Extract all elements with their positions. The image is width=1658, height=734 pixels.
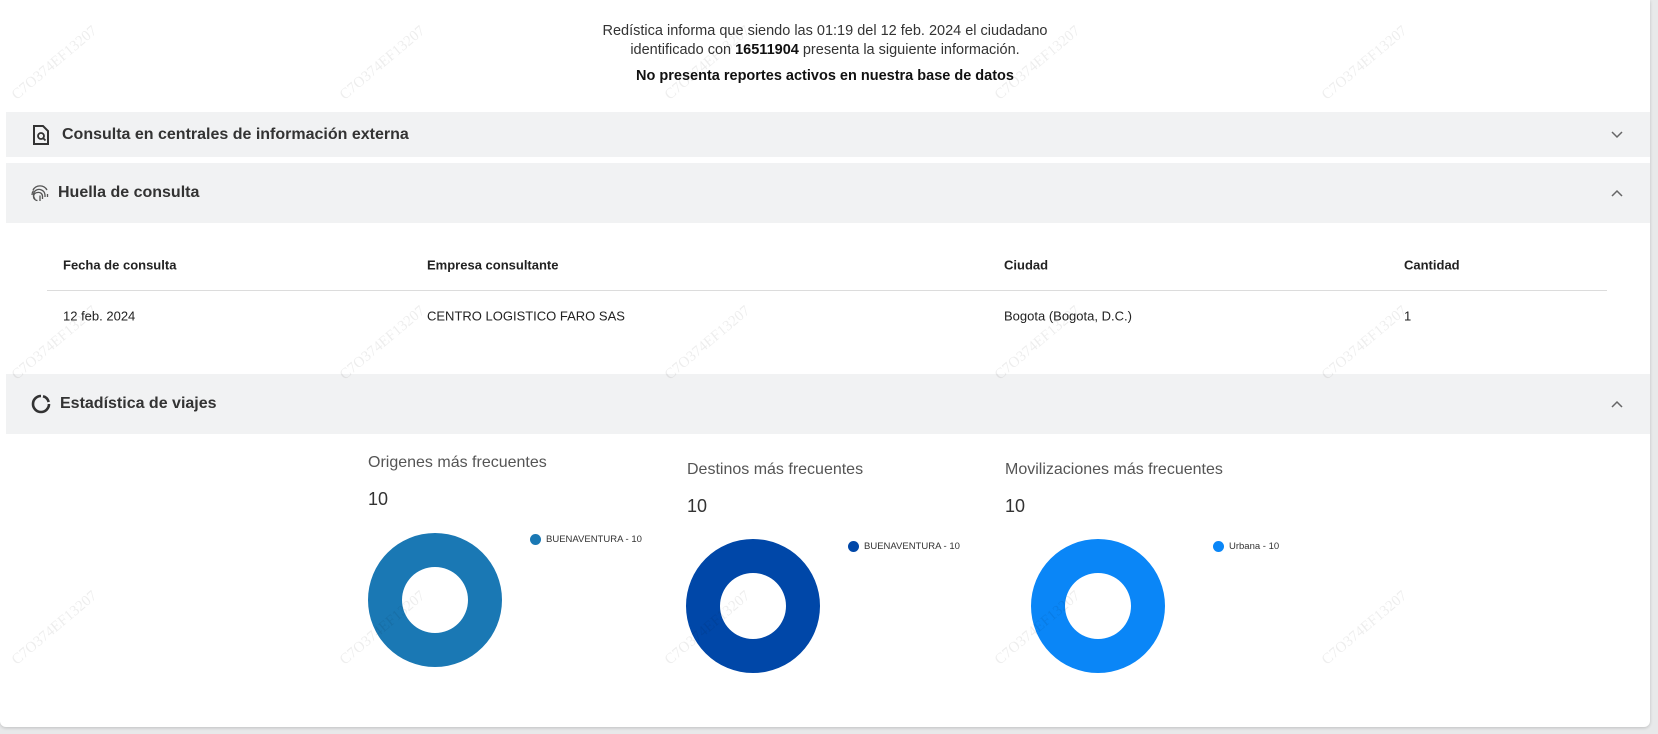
fingerprint-icon [29, 182, 51, 204]
intro-line-1: Redística informa que siendo las 01:19 d… [602, 23, 1048, 39]
watermark: C7O374EF13207 [8, 587, 101, 669]
pie-slice-urbana[interactable] [1031, 538, 1165, 674]
chart-title: Origenes más frecuentes [368, 454, 547, 471]
header-ciudad: Ciudad [1004, 257, 1049, 273]
chart-title: Destinos más frecuentes [687, 461, 864, 478]
chart-destinos: Destinos más frecuentes 10 BUENAVENTURA … [686, 461, 960, 674]
chart-total: 10 [368, 489, 389, 509]
section-huella-header[interactable]: Huella de consulta [6, 163, 1650, 223]
section-externa-title: Consulta en centrales de información ext… [62, 125, 409, 143]
header-cantidad: Cantidad [1404, 257, 1460, 273]
donut-chart-icon [30, 393, 52, 415]
legend-dot [530, 534, 541, 545]
donut-chart [686, 538, 820, 674]
status-message: No presenta reportes activos en nuestra … [636, 68, 1014, 84]
legend-label: BUENAVENTURA - 10 [864, 541, 960, 552]
chart-title: Movilizaciones más frecuentes [1005, 461, 1223, 478]
pie-slice-buenaventura[interactable] [686, 538, 820, 674]
citizen-id: 16511904 [735, 42, 799, 58]
cell-empresa: CENTRO LOGISTICO FARO SAS [427, 308, 625, 324]
header-fecha: Fecha de consulta [63, 257, 177, 273]
chart-legend-item[interactable]: BUENAVENTURA - 10 [848, 541, 960, 552]
section-externa-header[interactable]: Consulta en centrales de información ext… [6, 112, 1650, 157]
cell-ciudad: Bogota (Bogota, D.C.) [1004, 308, 1132, 324]
legend-dot [848, 541, 859, 552]
legend-dot [1213, 541, 1224, 552]
chart-total: 10 [1005, 496, 1026, 516]
chevron-up-icon[interactable] [1610, 186, 1624, 200]
report-card: Redística informa que siendo las 01:19 d… [0, 0, 1650, 727]
header-empresa: Empresa consultante [427, 257, 559, 273]
section-estadistica-header[interactable]: Estadística de viajes [6, 374, 1650, 434]
donut-chart [368, 532, 502, 668]
donut-chart [1031, 538, 1165, 674]
intro-line-2-prefix: identificado con [630, 42, 736, 58]
cell-fecha: 12 feb. 2024 [63, 308, 136, 324]
intro-text: Redística informa que siendo las 01:19 d… [0, 22, 1650, 86]
pie-slice-buenaventura[interactable] [368, 532, 502, 668]
chart-total: 10 [687, 496, 708, 516]
intro-line-2: identificado con 16511904 presenta la si… [0, 41, 1650, 60]
chart-legend-item[interactable]: Urbana - 10 [1213, 541, 1279, 552]
consultation-table: Fecha de consulta Empresa consultante Ci… [47, 240, 1607, 341]
cell-cantidad: 1 [1404, 308, 1412, 324]
chevron-up-icon[interactable] [1610, 397, 1624, 411]
legend-label: BUENAVENTURA - 10 [546, 534, 642, 545]
document-search-icon [30, 124, 52, 146]
table-header-row: Fecha de consulta Empresa consultante Ci… [47, 240, 1607, 291]
section-estadistica-title: Estadística de viajes [60, 395, 217, 412]
table-row: 12 feb. 2024 CENTRO LOGISTICO FARO SAS B… [47, 291, 1607, 341]
chart-movilizaciones: Movilizaciones más frecuentes 10 Urbana … [1005, 461, 1279, 674]
intro-line-2-suffix: presenta la siguiente información. [798, 42, 1020, 58]
chevron-down-icon[interactable] [1610, 128, 1624, 142]
chart-legend-item[interactable]: BUENAVENTURA - 10 [530, 534, 642, 545]
watermark: C7O374EF13207 [1318, 587, 1411, 669]
section-huella-title: Huella de consulta [58, 184, 200, 201]
legend-label: Urbana - 10 [1229, 541, 1280, 552]
chart-origenes: Origenes más frecuentes 10 BUENAVENTURA … [368, 454, 642, 668]
